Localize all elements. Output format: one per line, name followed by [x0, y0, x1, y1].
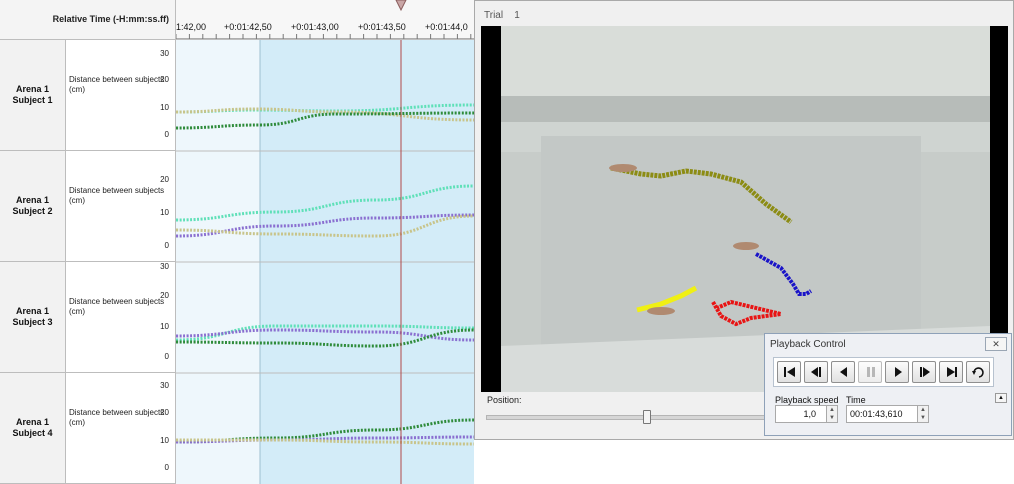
y-tick: 10: [160, 436, 169, 445]
y-tick: 20: [160, 291, 169, 300]
variable-label: Distance between subjects (cm): [69, 186, 165, 205]
tick-label: 1:42,00: [176, 22, 207, 32]
row-name-subject-3[interactable]: Arena 1 Subject 3: [0, 262, 66, 373]
y-tick: 0: [164, 352, 169, 361]
ruler-ticks: [176, 0, 474, 39]
playback-control-title: Playback Control: [770, 339, 846, 350]
row-variable-3: Distance between subjects (cm) 30 20 10 …: [66, 262, 176, 373]
close-icon: ✕: [992, 339, 1000, 349]
row-name-label: Arena 1 Subject 3: [12, 306, 53, 327]
last-frame-button[interactable]: [939, 361, 963, 383]
position-label: Position:: [487, 395, 522, 405]
step-forward-button[interactable]: [912, 361, 936, 383]
tick-label: +0:01:42,50: [224, 22, 272, 32]
y-tick: 0: [164, 241, 169, 250]
variable-label: Distance between subjects (cm): [69, 408, 165, 427]
tick-label: +0:01:44,0: [425, 22, 468, 32]
time-label: Time: [846, 395, 866, 405]
play-reverse-button[interactable]: [831, 361, 855, 383]
time-input[interactable]: 00:01:43,610: [846, 405, 918, 423]
y-tick: 0: [164, 130, 169, 139]
pause-button[interactable]: [858, 361, 882, 383]
playback-speed-label: Playback speed: [775, 395, 839, 405]
row-name-subject-2[interactable]: Arena 1 Subject 2: [0, 151, 66, 262]
play-icon: [895, 367, 902, 377]
variable-label: Distance between subjects (cm): [69, 297, 165, 316]
video-window-title: Trial 1: [484, 10, 520, 21]
skip-to-start-icon: [784, 367, 795, 377]
loop-icon: [972, 367, 984, 378]
y-tick: 10: [160, 103, 169, 112]
step-back-icon: [811, 367, 821, 377]
y-tick: 0: [164, 463, 169, 472]
playback-speed-input[interactable]: 1,0: [775, 405, 827, 423]
y-tick: 10: [160, 322, 169, 331]
play-reverse-icon: [840, 367, 847, 377]
playhead-marker-icon: [395, 0, 407, 12]
row-name-label: Arena 1 Subject 1: [12, 84, 53, 105]
close-button[interactable]: ✕: [985, 337, 1007, 351]
time-ruler[interactable]: 1:42,00 +0:01:42,50 +0:01:43,00 +0:01:43…: [176, 0, 474, 40]
skip-to-end-icon: [947, 367, 957, 377]
step-back-button[interactable]: [804, 361, 828, 383]
tick-label: +0:01:43,50: [358, 22, 406, 32]
variable-label: Distance between subjects (cm): [69, 75, 165, 94]
row-variable-1: Distance between subjects (cm) 30 20 10 …: [66, 40, 176, 151]
row-name-label: Arena 1 Subject 4: [12, 417, 53, 438]
play-button[interactable]: [885, 361, 909, 383]
playback-speed-spinner[interactable]: ▲ ▼: [826, 405, 838, 423]
y-tick: 30: [160, 49, 169, 58]
position-slider-thumb[interactable]: [643, 410, 651, 424]
time-column-header: Relative Time (-H:mm:ss.ff): [0, 0, 176, 40]
timeline-plot: [176, 40, 474, 484]
step-forward-icon: [920, 367, 930, 377]
row-name-subject-1[interactable]: Arena 1 Subject 1: [0, 40, 66, 151]
loop-button[interactable]: [966, 361, 990, 383]
row-name-subject-4[interactable]: Arena 1 Subject 4: [0, 373, 66, 484]
row-name-label: Arena 1 Subject 2: [12, 195, 53, 216]
position-slider-track[interactable]: [486, 415, 768, 420]
y-tick: 30: [160, 381, 169, 390]
pause-icon: [867, 367, 875, 377]
collapse-button[interactable]: ▲: [995, 393, 1007, 403]
y-tick: 20: [160, 408, 169, 417]
row-variable-4: Distance between subjects (cm) 30 20 10 …: [66, 373, 176, 484]
row-variable-2: Distance between subjects (cm) 20 10 0: [66, 151, 176, 262]
time-column-title: Relative Time (-H:mm:ss.ff): [52, 14, 169, 24]
tick-label: +0:01:43,00: [291, 22, 339, 32]
timeline-plot-area[interactable]: [176, 40, 474, 484]
y-tick: 20: [160, 75, 169, 84]
y-tick: 30: [160, 262, 169, 271]
time-spinner[interactable]: ▲ ▼: [917, 405, 929, 423]
y-tick: 20: [160, 175, 169, 184]
playback-toolbar: [773, 357, 994, 387]
first-frame-button[interactable]: [777, 361, 801, 383]
y-tick: 10: [160, 208, 169, 217]
collapse-icon: ▲: [998, 395, 1004, 401]
